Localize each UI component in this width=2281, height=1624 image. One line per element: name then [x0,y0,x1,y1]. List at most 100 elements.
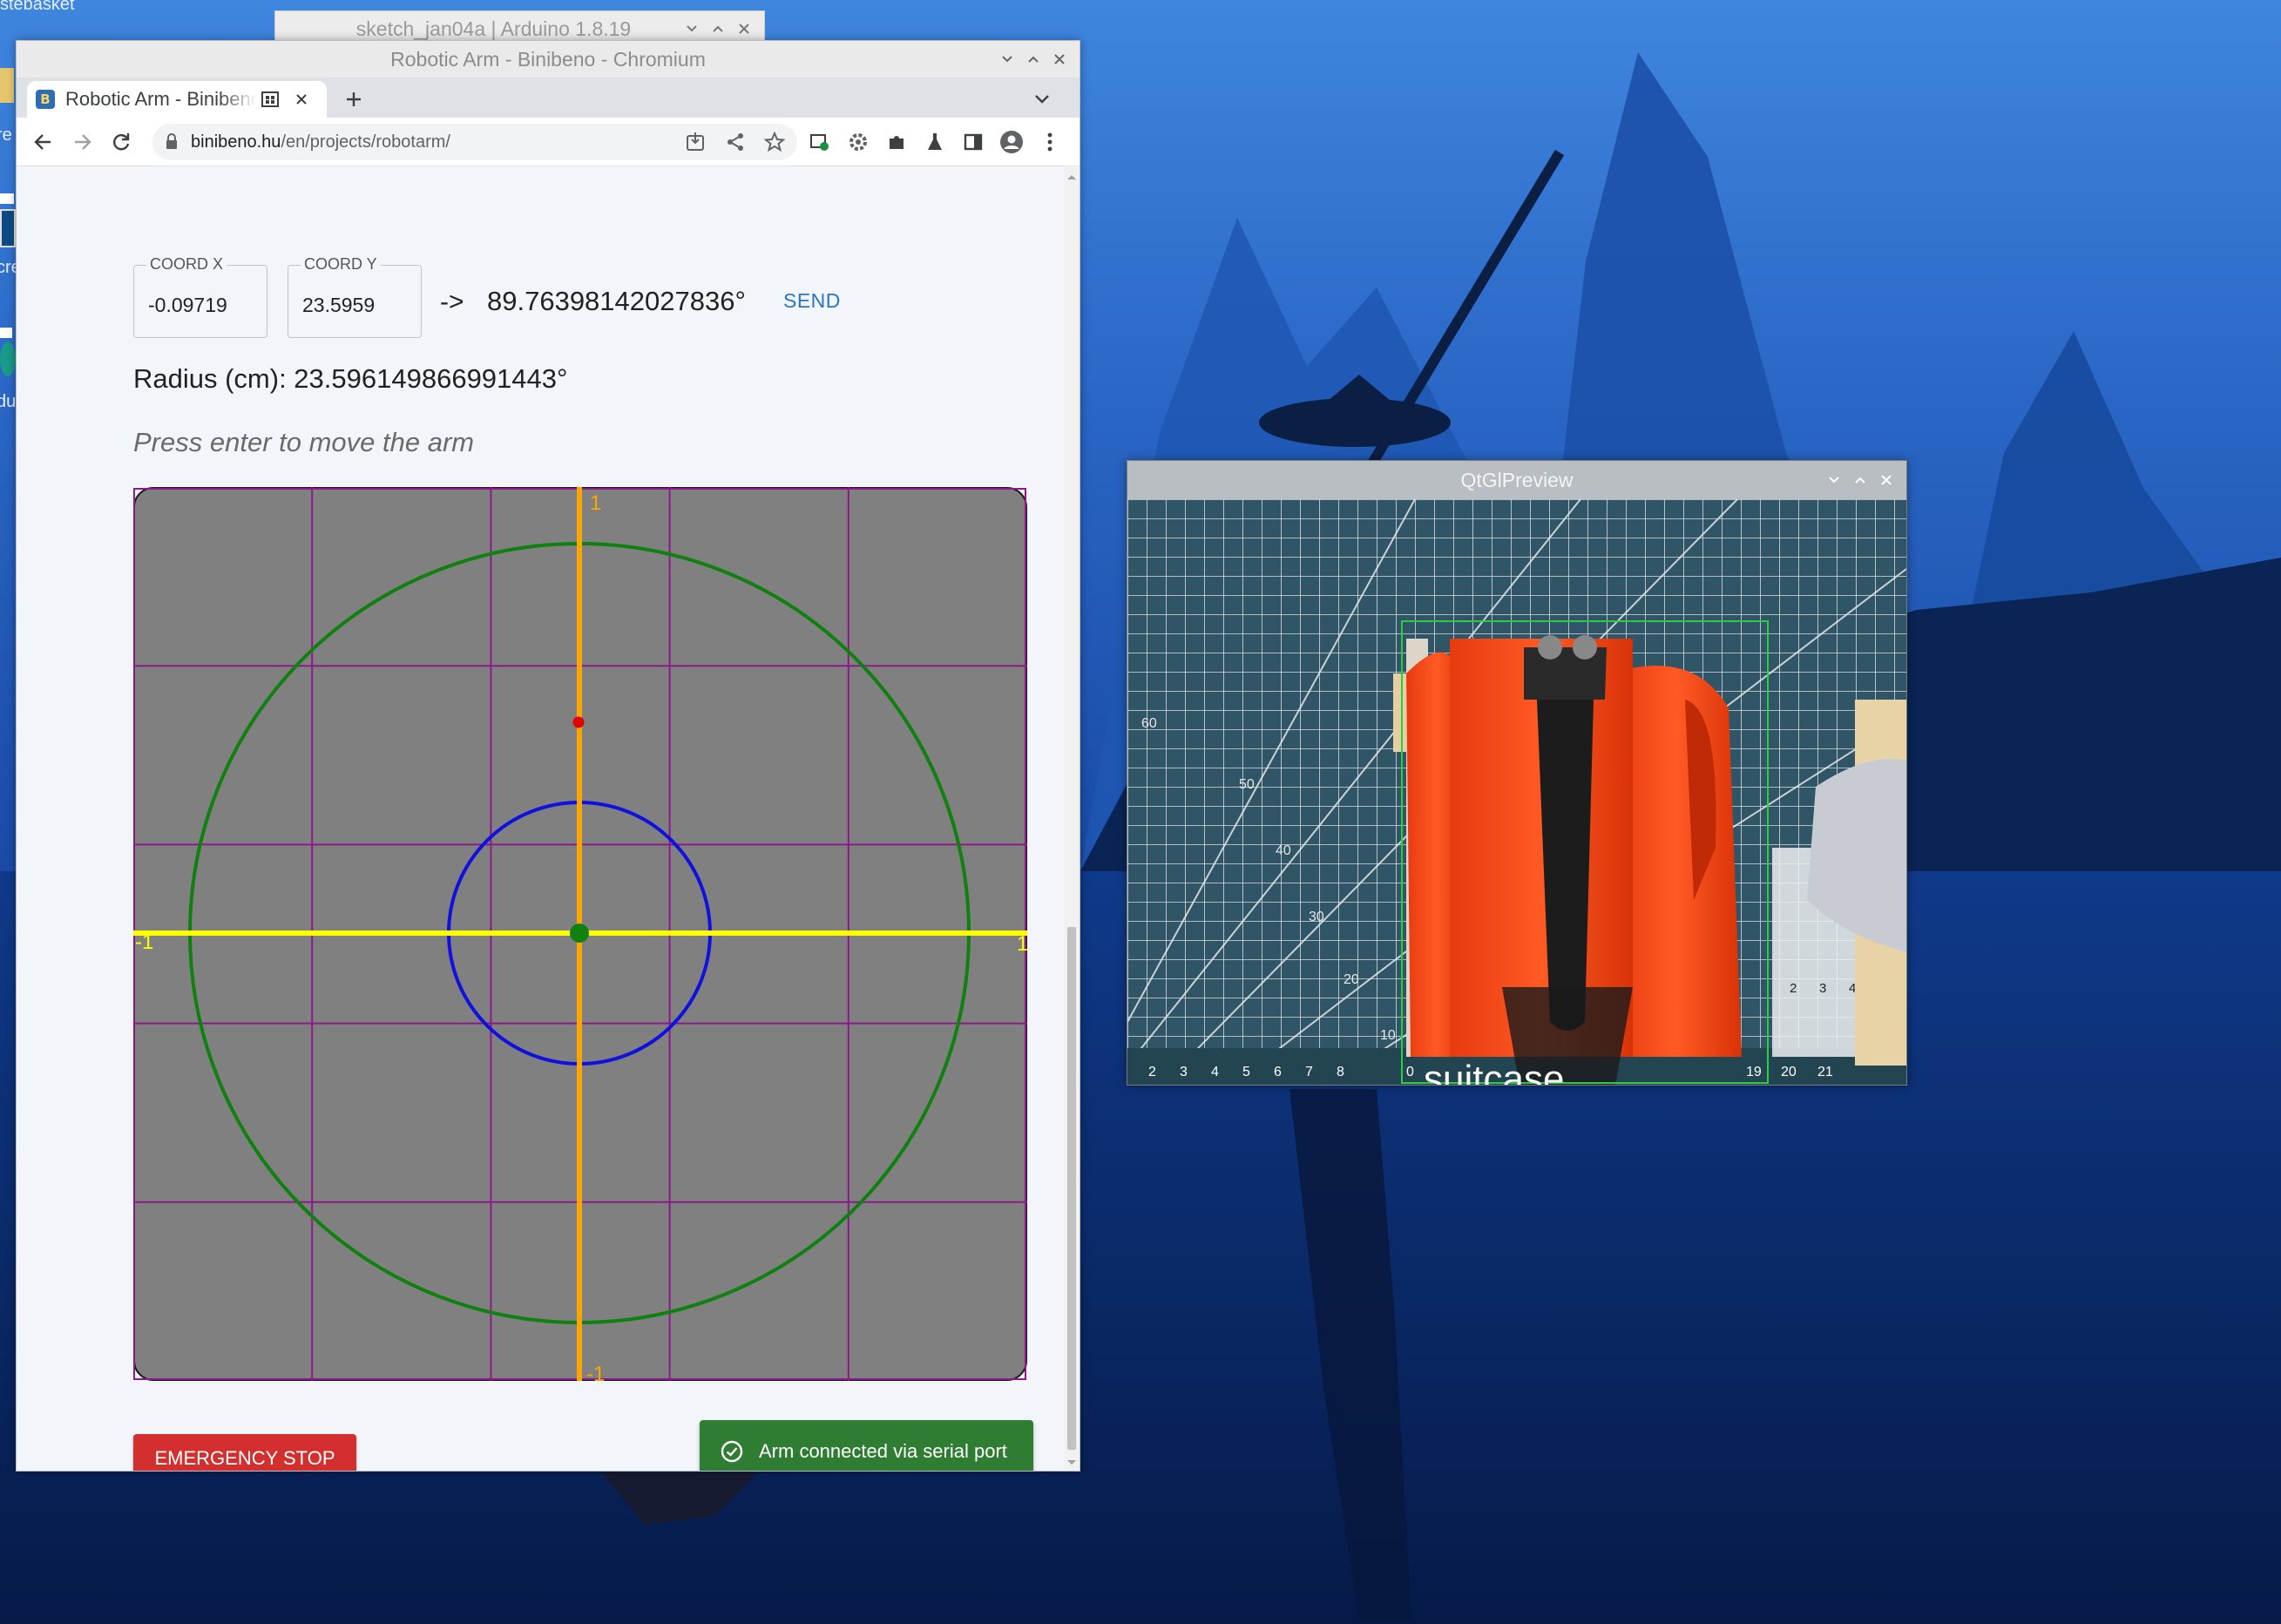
ruler-number: 3 [1180,1065,1188,1079]
plus-icon [347,92,361,106]
tab-close-icon[interactable] [292,90,311,109]
tab-title: Robotic Arm - Binibeno [65,88,257,110]
side-number: 40 [1276,843,1291,858]
arm-position-plot[interactable]: 1 -1 -1 1 [133,487,1027,1381]
url-text: binibeno.hu/en/projects/robotarm/ [191,132,450,152]
send-button[interactable]: SEND [783,289,841,313]
browser-menu-button[interactable] [1034,126,1066,158]
camera-preview-window[interactable]: QtGlPreview 2 3 4 5 6 7 8 0 19 20 21 60 … [1127,460,1907,1086]
origin-point [570,924,589,943]
desktop-icon-label[interactable]: stebasket [0,0,75,15]
bookmark-star-icon[interactable] [763,131,786,156]
computed-angle: 89.76398142027836° [487,286,746,316]
arrow-text: -> [440,288,464,316]
ruler-number: 2 [1148,1065,1156,1079]
back-button[interactable] [27,126,58,158]
minimize-icon[interactable] [680,17,703,40]
forward-button[interactable] [67,126,98,158]
coord-x-field[interactable]: COORD X [133,255,267,338]
ruler-number: 0 [1406,1065,1414,1079]
side-number: 10 [1380,1028,1396,1043]
coord-x-input[interactable] [148,290,258,320]
share-icon[interactable] [726,132,745,155]
tick-bottom-label: -1 [586,1363,605,1381]
reload-icon [113,133,130,151]
chromium-window[interactable]: Robotic Arm - Binibeno - Chromium B Robo… [16,40,1080,1472]
arrow-right-icon [75,134,91,150]
tab-search-button[interactable] [1027,85,1057,114]
emergency-stop-button[interactable]: EMERGENCY STOP [133,1434,356,1471]
camera-window-title: QtGlPreview [1127,461,1906,499]
scroll-down-icon[interactable] [1066,1458,1077,1467]
ruler-number: 5 [1242,1065,1250,1079]
ruler-number: 7 [1305,1065,1313,1079]
lock-icon [166,133,177,149]
ruler-number: 19 [1746,1065,1762,1079]
minimize-icon[interactable] [996,48,1019,71]
address-bar[interactable]: binibeno.hu/en/projects/robotarm/ [152,124,797,160]
browser-toolbar: binibeno.hu/en/projects/robotarm/ [17,118,1080,166]
shortcut-icon[interactable] [0,328,12,338]
new-tab-button[interactable] [339,85,369,114]
scroll-thumb[interactable] [1067,927,1076,1450]
reload-button[interactable] [105,126,137,158]
web-page: COORD X COORD Y -> 89.76398142027836° SE… [17,167,1066,1471]
target-point[interactable] [572,716,585,728]
desktop-folder-icon[interactable] [0,68,14,103]
camera-feed: 2 3 4 5 6 7 8 0 19 20 21 605040302010 234 suitcase [1127,499,1906,1085]
close-icon[interactable] [1048,48,1071,71]
ruler-number: 4 [1211,1065,1219,1079]
instruction-hint: Press enter to move the arm [133,427,475,457]
camera-window-controls [1823,461,1898,499]
desktop-app-icon[interactable] [0,342,16,376]
extension-translate-icon[interactable] [804,126,836,158]
kebab-menu-icon [1047,132,1053,152]
side-number: 20 [1344,972,1359,987]
extension-gear-icon[interactable] [843,126,874,158]
ruler-number: 8 [1337,1065,1344,1079]
install-app-icon[interactable] [686,132,705,155]
mat-right-number: 2 [1790,981,1797,996]
extensions-puzzle-icon[interactable] [881,126,912,158]
tab-strip: B Robotic Arm - Binibeno [17,78,1080,118]
check-circle-icon [721,1440,743,1463]
tick-top-label: 1 [590,491,601,515]
desktop-app-icon[interactable] [0,209,16,247]
side-panel-icon[interactable] [958,126,989,158]
side-number: 60 [1141,716,1157,731]
close-icon[interactable] [1875,469,1898,491]
tick-left-label: -1 [135,930,153,954]
tick-right-label: 1 [1017,932,1027,956]
scroll-up-icon[interactable] [1066,173,1077,181]
profile-avatar-icon[interactable] [996,126,1027,158]
radius-readout: Radius (cm): 23.596149866991443° [133,363,568,394]
coord-y-input[interactable] [302,290,412,320]
connection-status-toast: Arm connected via serial port [700,1420,1033,1471]
maximize-icon[interactable] [707,17,729,40]
coord-y-field[interactable]: COORD Y [288,255,422,338]
labs-flask-icon[interactable] [919,126,951,158]
desktop-icon-label[interactable]: re [0,125,12,145]
tab-robotic-arm[interactable]: B Robotic Arm - Binibeno [27,81,327,118]
side-number: 30 [1309,910,1324,924]
site-favicon-icon: B [36,90,55,109]
mat-right-number: 3 [1819,981,1826,996]
tab-sharing-icon[interactable] [261,90,280,109]
ruler-number: 6 [1274,1065,1282,1079]
detection-caption: suitcase [1424,1058,1564,1085]
maximize-icon[interactable] [1022,48,1045,71]
maximize-icon[interactable] [1849,469,1872,491]
status-text: Arm connected via serial port [759,1440,1007,1462]
chromium-window-title: Robotic Arm - Binibeno - Chromium [17,41,1080,78]
coord-x-label: COORD X [146,255,227,274]
shortcut-icon[interactable] [0,193,14,204]
close-icon[interactable] [733,17,755,40]
ruler-number: 21 [1817,1065,1833,1079]
minimize-icon[interactable] [1823,469,1845,491]
side-number: 50 [1239,777,1255,792]
coord-y-label: COORD Y [301,255,381,274]
page-scrollbar[interactable] [1064,167,1080,1471]
arrow-left-icon [34,134,51,150]
desktop-icon-label[interactable]: du [0,392,16,412]
chevron-down-icon [1035,95,1049,104]
